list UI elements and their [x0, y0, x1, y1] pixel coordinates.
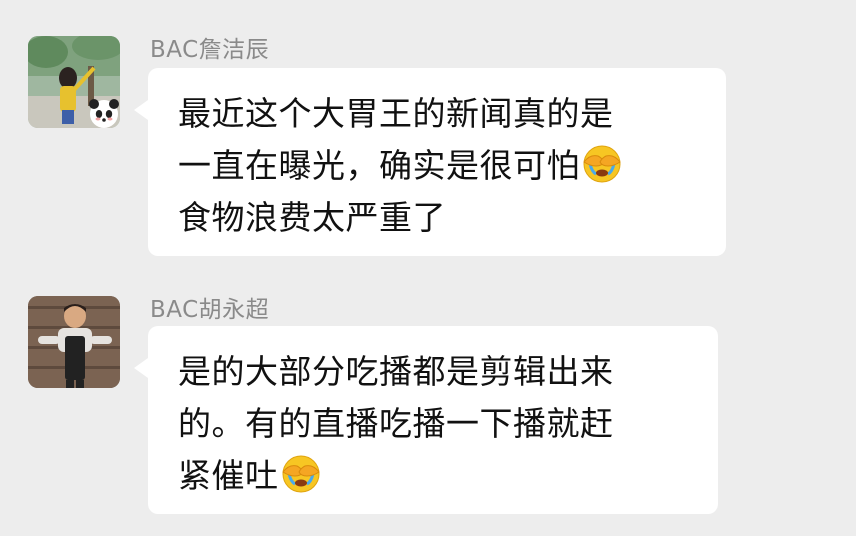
child-photo-avatar-icon — [28, 296, 120, 388]
sender-name: BAC詹洁辰 — [150, 37, 270, 63]
face-palm-crying-emoji-icon — [583, 145, 621, 183]
person-photo-panda-avatar-icon — [28, 36, 120, 128]
message-text-line: 是的大部分吃播都是剪辑出来 — [178, 352, 614, 391]
message-text-line: 紧催吐 — [178, 450, 692, 502]
avatar[interactable] — [28, 296, 120, 388]
message-text-segment: 紧催吐 — [178, 456, 279, 495]
avatar[interactable] — [28, 36, 120, 128]
message-text-line: 的。有的直播吃播一下播就赶 — [178, 404, 614, 443]
message-bubble[interactable]: 是的大部分吃播都是剪辑出来 的。有的直播吃播一下播就赶 紧催吐 — [134, 326, 718, 514]
message-text-line: 一直在曝光，确实是很可怕 — [178, 140, 700, 192]
face-palm-crying-emoji-icon — [281, 455, 320, 493]
message-text-segment: 一直在曝光，确实是很可怕 — [178, 146, 580, 185]
message-text-line: 食物浪费太严重了 — [178, 198, 446, 237]
sender-name: BAC胡永超 — [150, 297, 270, 323]
message-bubble[interactable]: 最近这个大胃王的新闻真的是 一直在曝光，确实是很可怕 食物浪费太严重了 — [134, 68, 726, 256]
message-text-line: 最近这个大胃王的新闻真的是 — [178, 94, 614, 133]
